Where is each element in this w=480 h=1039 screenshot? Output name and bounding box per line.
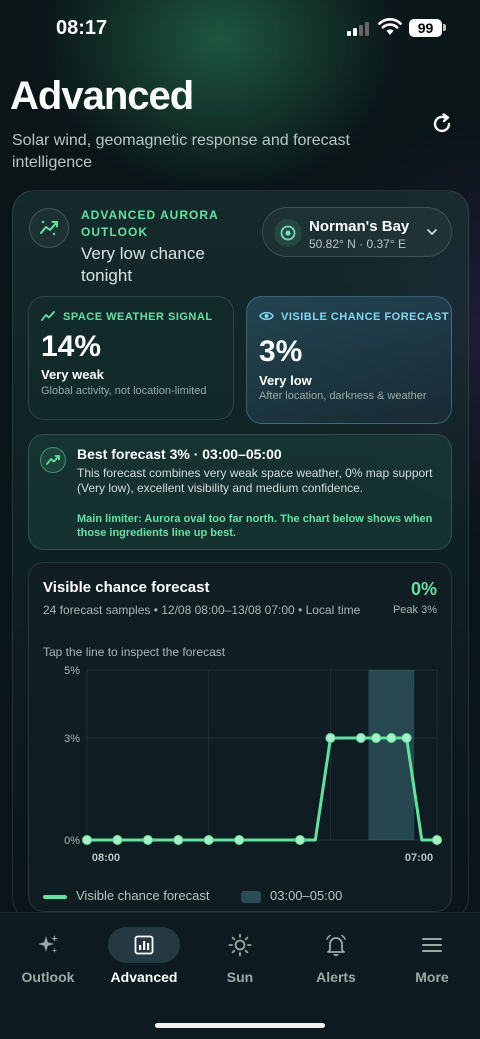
space-weather-signal-card[interactable]: SPACE WEATHER SIGNAL 14% Very weak Globa… [28,296,234,420]
status-time: 08:17 [56,17,108,39]
data-point [173,835,184,845]
tab-label: More [415,969,449,985]
data-point [82,835,92,845]
space-weather-level: Very weak [41,367,104,382]
best-forecast-limiter: Main limiter: Aurora oval too far north.… [77,513,433,539]
outlook-chance-text: Very low chance tonight [81,244,205,285]
location-selector[interactable]: Norman's Bay 50.82° N · 0.37° E [262,207,452,257]
eye-icon [259,311,274,321]
x-tick-label: 07:00 [405,852,433,864]
tab-more[interactable]: More [384,927,480,991]
refresh-icon [433,113,451,133]
data-point [112,835,123,845]
tab-label: Alerts [316,969,356,985]
best-forecast-card: Best forecast 3% · 03:00–05:00 This fore… [28,434,452,550]
tab-outlook[interactable]: Outlook [0,927,96,991]
legend-series-label: Visible chance forecast [76,888,210,903]
forecast-chart[interactable]: 0% 3% 5% 08:00 07:00 [29,563,453,883]
space-weather-value: 14% [41,330,102,363]
tab-label: Outlook [21,969,75,985]
visible-chance-card[interactable]: VISIBLE CHANCE FORECAST 3% Very low Afte… [246,296,452,424]
y-tick-label: 5% [64,665,80,677]
space-weather-note: Global activity, not location-limited [41,385,207,397]
battery-indicator: 99 [409,19,442,37]
location-name: Norman's Bay [309,218,410,235]
bell-icon [326,934,346,957]
visible-chance-note: After location, darkness & weather [259,390,427,402]
sun-icon [228,933,252,957]
data-point [432,835,442,845]
tab-label: Sun [226,969,254,985]
outlook-kicker: ADVANCED AURORA OUTLOOK [81,208,219,239]
data-point [371,733,382,743]
data-point [401,733,412,743]
data-point [142,835,153,845]
legend-line-swatch [43,895,67,899]
data-point [355,733,366,743]
tab-alerts[interactable]: Alerts [288,927,384,991]
data-point [295,835,306,845]
page-title: Advanced [10,74,194,118]
home-indicator [155,1023,325,1028]
best-forecast-title: Best forecast 3% · 03:00–05:00 [77,446,282,462]
space-weather-heading: SPACE WEATHER SIGNAL [63,311,213,323]
visible-chance-value: 3% [259,335,303,368]
page-subtitle: Solar wind, geomagnetic response and for… [12,132,350,171]
cellular-signal-icon [347,21,371,36]
y-tick-label: 3% [64,733,80,745]
tab-advanced[interactable]: Advanced [96,927,192,991]
sparkles-icon [38,935,58,953]
tab-bar: Outlook Advanced Sun Alerts More [0,912,480,1039]
battery-tip [443,24,446,31]
highlight-window [368,670,415,840]
legend-window-label: 03:00–05:00 [270,888,343,903]
status-bar: 08:17 99 [0,0,480,58]
bar-chart-icon [134,935,154,955]
tab-label: Advanced [110,969,178,985]
x-tick-label: 08:00 [92,852,120,864]
data-point [203,835,214,845]
visible-chance-level: Very low [259,373,312,388]
tab-sun[interactable]: Sun [192,927,288,991]
trend-icon [41,311,55,321]
legend-window-swatch [241,891,261,903]
best-forecast-body: This forecast combines very weak space w… [77,466,433,495]
data-point [234,835,245,845]
data-point [325,733,336,743]
refresh-button[interactable] [428,110,456,138]
y-tick-label: 0% [64,835,80,847]
wifi-icon [378,18,402,35]
forecast-trend-icon [40,447,66,473]
location-target-icon [274,219,302,247]
aurora-trend-icon [29,208,69,248]
data-point [386,733,397,743]
chevron-down-icon [427,229,437,235]
visible-chance-heading: VISIBLE CHANCE FORECAST [281,311,449,323]
visible-chance-chart-card: Visible chance forecast 24 forecast samp… [28,562,452,912]
location-coords: 50.82° N · 0.37° E [309,237,406,251]
menu-icon [422,938,442,952]
